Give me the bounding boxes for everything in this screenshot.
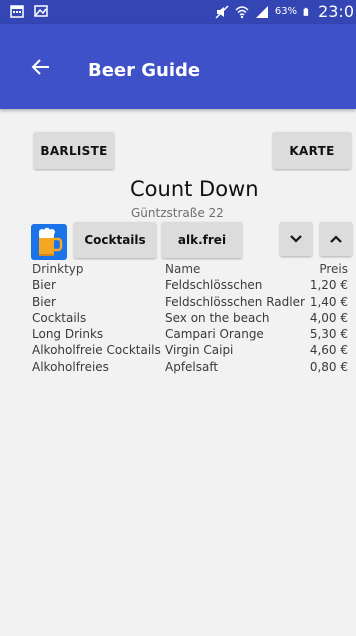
bar-address: Güntzstraße 22: [131, 206, 224, 220]
app-logo: [31, 224, 67, 260]
battery-percent: 63%: [274, 6, 298, 17]
bar-name: Count Down: [130, 177, 259, 201]
barliste-button[interactable]: BARLISTE: [34, 132, 114, 169]
sort-descending-button[interactable]: [280, 222, 312, 256]
sort-ascending-button[interactable]: [320, 222, 352, 256]
column-header-name: Name: [165, 262, 201, 276]
signal-icon: [255, 5, 268, 18]
table-header: Drinktyp Name Preis: [32, 262, 352, 278]
image-icon: [34, 5, 48, 17]
drink-name: Feldschlösschen Radler: [165, 294, 305, 309]
alkfrei-button[interactable]: alk.frei: [162, 222, 242, 258]
drink-price: 1,20 €: [309, 278, 348, 293]
calendar-icon: [10, 5, 24, 18]
drink-price: 1,40 €: [309, 294, 348, 309]
drink-price: 4,60 €: [309, 343, 348, 358]
table-row[interactable]: Bier Feldschlösschen Radler 1,40 €: [32, 295, 352, 311]
table-row[interactable]: Bier Feldschlösschen 1,20 €: [32, 278, 352, 294]
column-header-drinktyp: Drinktyp: [32, 262, 84, 276]
clock: 23:0: [318, 2, 354, 21]
table-row[interactable]: Alkoholfreies Apfelsaft 0,80 €: [32, 360, 352, 376]
drink-type: Alkoholfreie Cocktails: [32, 343, 161, 358]
drink-name: Sex on the beach: [165, 310, 270, 325]
drinks-table: Drinktyp Name Preis Bier Feldschlösschen…: [32, 262, 352, 376]
drink-type: Alkoholfreies: [32, 359, 109, 374]
status-bar: 63% 23:0: [0, 0, 356, 24]
battery-icon: [303, 7, 309, 16]
wifi-icon: [235, 5, 249, 18]
notification-icons: [10, 4, 48, 18]
drink-type: Long Drinks: [32, 327, 104, 342]
cocktails-button[interactable]: Cocktails: [74, 222, 156, 258]
system-indicators: 63% 23:0: [215, 2, 354, 21]
drink-name: Apfelsaft: [165, 359, 219, 374]
mute-icon: [215, 4, 229, 19]
table-row[interactable]: Cocktails Sex on the beach 4,00 €: [32, 311, 352, 327]
drink-type: Cocktails: [32, 310, 87, 325]
table-row[interactable]: Alkoholfreie Cocktails Virgin Caipi 4,60…: [32, 343, 352, 359]
drink-name: Campari Orange: [165, 327, 264, 342]
column-header-preis: Preis: [319, 262, 348, 276]
drink-price: 0,80 €: [309, 359, 348, 374]
drink-price: 5,30 €: [309, 327, 348, 342]
drink-name: Feldschlösschen: [165, 278, 263, 293]
beer-mug-icon: [39, 227, 63, 256]
app-title: Beer Guide: [88, 60, 201, 81]
app-bar: Beer Guide: [0, 24, 356, 109]
chevron-down-icon: [290, 235, 302, 243]
table-row[interactable]: Long Drinks Campari Orange 5,30 €: [32, 327, 352, 343]
drink-price: 4,00 €: [309, 310, 348, 325]
drink-type: Bier: [32, 294, 56, 309]
karte-button[interactable]: KARTE: [273, 132, 351, 169]
chevron-up-icon: [330, 235, 342, 243]
back-arrow-icon[interactable]: [30, 56, 52, 78]
drink-name: Virgin Caipi: [165, 343, 234, 358]
drink-type: Bier: [32, 278, 56, 293]
